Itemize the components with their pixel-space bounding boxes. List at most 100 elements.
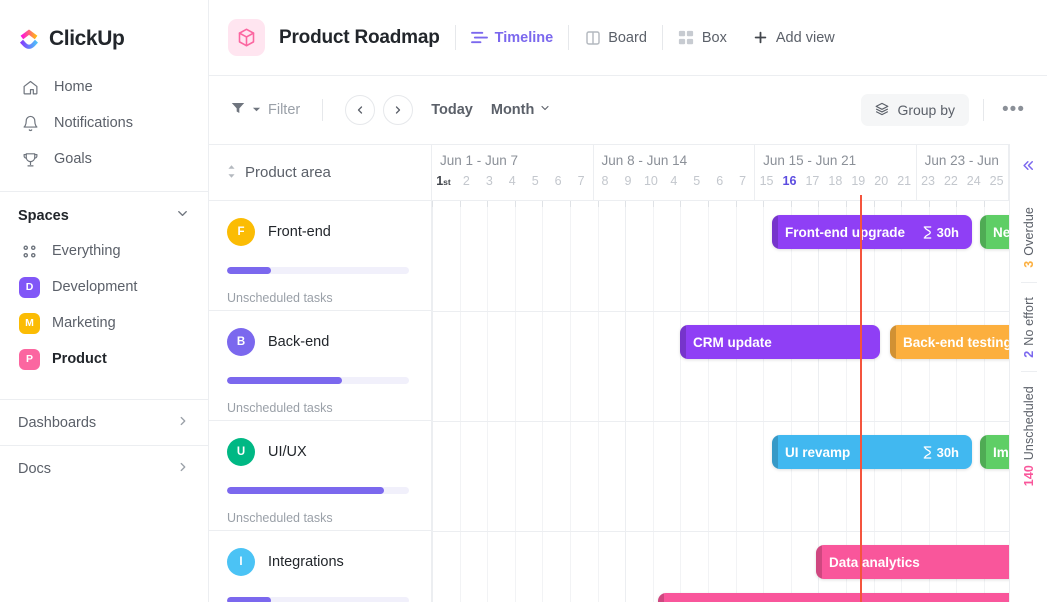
sidebar-item-label: Dashboards [18, 414, 97, 431]
day-cell[interactable]: 23 [917, 175, 940, 188]
clickup-app: ClickUp Home Notifications Goals Spaces … [0, 0, 1047, 602]
group-by-button[interactable]: Group by [861, 94, 970, 126]
day-cell[interactable]: 6 [547, 175, 570, 188]
sidebar-item-goals[interactable]: Goals [0, 141, 208, 177]
day-cell[interactable]: 3 [478, 175, 501, 188]
add-view-button[interactable]: Add view [752, 29, 835, 46]
sidebar-item-notifications[interactable]: Notifications [0, 105, 208, 141]
task-bar[interactable]: New feature..! [980, 215, 1009, 249]
day-cell[interactable]: 8 [594, 175, 617, 188]
divider [983, 99, 985, 121]
rail-item-overdue[interactable]: 3 Overdue [1022, 193, 1036, 282]
unscheduled-tasks-label[interactable]: Unscheduled tasks [227, 511, 413, 525]
day-cell[interactable]: 22 [939, 175, 962, 188]
avatar: F [227, 218, 255, 246]
task-duration: 30h [922, 445, 959, 460]
rail-count: 2 [1021, 350, 1036, 358]
group-name: Back-end [268, 334, 330, 350]
timeline-icon [470, 29, 488, 46]
day-cell[interactable]: 6 [708, 175, 731, 188]
day-cell[interactable]: 9 [616, 175, 639, 188]
unscheduled-tasks-label[interactable]: Unscheduled tasks [227, 401, 413, 415]
sort-icon [227, 164, 236, 181]
day-cell[interactable]: 4 [501, 175, 524, 188]
timeline-toolbar: Filter Today Month Group by ••• [209, 76, 1047, 144]
task-bar[interactable]: CRM update [680, 325, 880, 359]
sidebar-item-product[interactable]: P Product [0, 341, 208, 377]
cube-icon [228, 19, 265, 56]
sidebar-item-marketing[interactable]: M Marketing [0, 305, 208, 341]
task-label: New feature.. [993, 224, 1009, 240]
day-cell[interactable]: 5 [524, 175, 547, 188]
product-area-header[interactable]: Product area [209, 145, 431, 201]
layers-icon [875, 102, 889, 119]
group-heading[interactable]: F Front-end [227, 218, 413, 246]
day-cell[interactable]: 16 [778, 175, 801, 188]
group-heading[interactable]: B Back-end [227, 328, 413, 356]
day-cell[interactable]: 21 [893, 175, 916, 188]
tab-timeline[interactable]: Timeline [470, 29, 554, 46]
group-heading[interactable]: I Integrations [227, 548, 413, 576]
sidebar-item-everything[interactable]: Everything [0, 233, 208, 269]
day-cell[interactable]: 18 [824, 175, 847, 188]
primary-nav: Home Notifications Goals [0, 69, 208, 177]
unscheduled-tasks-label[interactable]: Unscheduled tasks [227, 291, 413, 305]
avatar: I [227, 548, 255, 576]
task-label: Back-end testing [903, 334, 1009, 350]
spaces-header[interactable]: Spaces [0, 192, 208, 233]
collapse-panel-icon[interactable] [1021, 158, 1036, 177]
sidebar-item-development[interactable]: D Development [0, 269, 208, 305]
trophy-icon [21, 150, 40, 169]
more-options-button[interactable]: ••• [998, 99, 1029, 121]
task-bar[interactable]: Data analytics [816, 545, 1009, 579]
day-cell[interactable]: 17 [801, 175, 824, 188]
day-cell[interactable]: 19 [847, 175, 870, 188]
space-badge: P [19, 348, 40, 370]
day-cell[interactable]: 10 [639, 175, 662, 188]
sidebar-item-docs[interactable]: Docs [0, 445, 208, 491]
tab-label: Timeline [494, 29, 554, 46]
day-cell[interactable]: 20 [870, 175, 893, 188]
sidebar-item-label: Home [54, 79, 93, 95]
sidebar-item-home[interactable]: Home [0, 69, 208, 105]
task-duration: 30h [922, 225, 959, 240]
day-cell[interactable]: 4 [662, 175, 685, 188]
timeline-group-row: B Back-end Unscheduled tasks [209, 311, 431, 421]
day-cell[interactable]: 7 [570, 175, 593, 188]
task-bar[interactable]: Legacy system migration30h [658, 593, 1009, 602]
next-period-button[interactable] [383, 95, 414, 125]
filter-button[interactable]: Filter [231, 101, 300, 119]
day-cell[interactable]: 24 [962, 175, 985, 188]
task-label: CRM update [693, 334, 772, 350]
task-bar[interactable]: Implem..! [980, 435, 1009, 469]
progress-bar [227, 487, 409, 494]
tab-board[interactable]: Board [584, 29, 647, 46]
avatar: B [227, 328, 255, 356]
day-cell[interactable]: 7 [731, 175, 754, 188]
day-cell[interactable]: 1st [432, 175, 455, 188]
day-cell[interactable]: 15 [755, 175, 778, 188]
zoom-level-select[interactable]: Month [491, 102, 551, 118]
sidebar-item-dashboards[interactable]: Dashboards [0, 399, 208, 445]
day-cell[interactable]: 2 [455, 175, 478, 188]
task-bar[interactable]: Back-end testing [890, 325, 1009, 359]
brand-logo-area[interactable]: ClickUp [0, 0, 208, 51]
progress-bar [227, 597, 409, 602]
day-cell[interactable]: 5 [685, 175, 708, 188]
timeline-group-row: U UI/UX Unscheduled tasks [209, 421, 431, 531]
rail-count: 3 [1021, 260, 1036, 268]
week-header: Jun 1 - Jun 7 1st 2 3 4 5 6 7 Jun 8 - Jun 14 8 9 10… [432, 145, 1009, 201]
day-cell[interactable]: 25 [985, 175, 1008, 188]
tab-box[interactable]: Box [678, 29, 727, 46]
task-bar[interactable]: UI revamp 30h [772, 435, 972, 469]
today-button[interactable]: Today [431, 102, 473, 118]
rail-item-unscheduled[interactable]: 140 Unscheduled [1022, 372, 1036, 500]
timeline-group-row: F Front-end Unscheduled tasks [209, 201, 431, 311]
sidebar-item-label: Development [52, 279, 138, 295]
rail-item-no-effort[interactable]: 2 No effort [1022, 283, 1036, 372]
group-heading[interactable]: U UI/UX [227, 438, 413, 466]
task-label: Implem.. [993, 444, 1009, 460]
task-bar[interactable]: Front-end upgrade 30h [772, 215, 972, 249]
prev-period-button[interactable] [345, 95, 376, 125]
sidebar-item-label: Notifications [54, 115, 133, 131]
